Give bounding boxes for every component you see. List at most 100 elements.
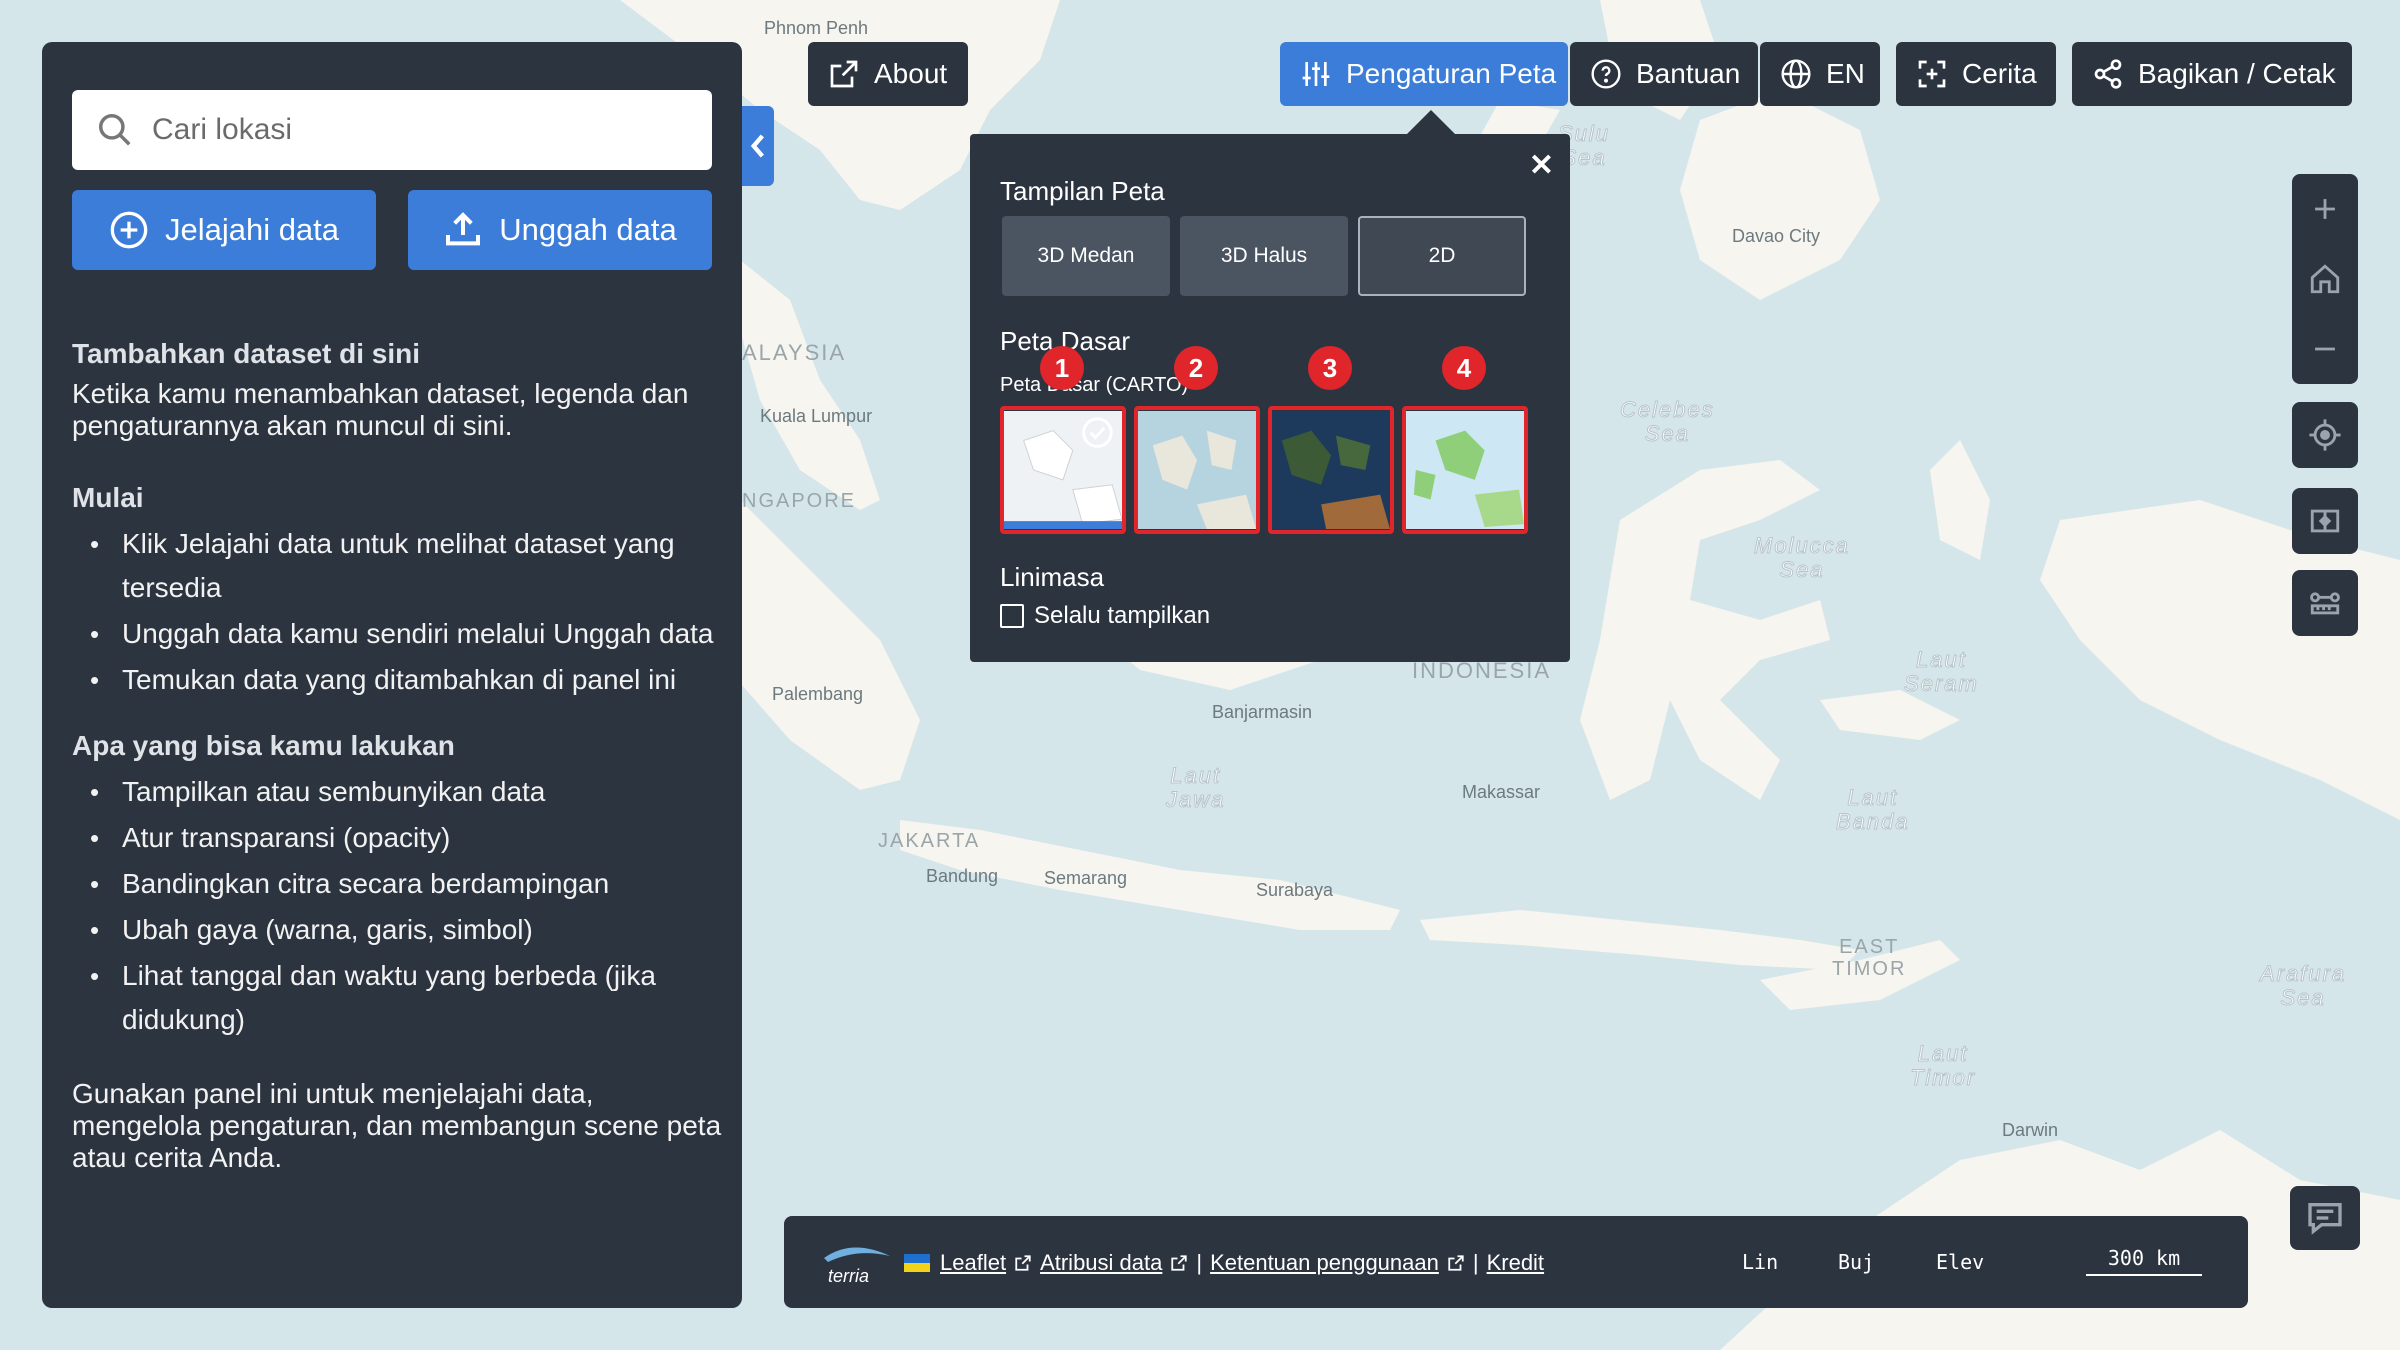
help-icon bbox=[1591, 59, 1621, 89]
help-button[interactable]: Bantuan bbox=[1570, 42, 1758, 106]
my-location-control bbox=[2292, 402, 2358, 468]
basemap-option-satellite[interactable] bbox=[1268, 406, 1394, 534]
sliders-icon bbox=[1302, 62, 1330, 86]
basemap-option-positron[interactable] bbox=[1000, 406, 1126, 534]
credits-bar: Leaflet Atribusi data | Ketentuan penggu… bbox=[904, 1250, 1544, 1276]
map-label-palembang: Palembang bbox=[772, 684, 864, 704]
list-item: Temukan data yang ditambahkan di panel i… bbox=[72, 658, 722, 702]
minus-icon bbox=[2315, 347, 2335, 351]
distance-scale: 300 km bbox=[2086, 1246, 2202, 1276]
feedback-button[interactable] bbox=[2290, 1186, 2360, 1250]
language-label: EN bbox=[1826, 58, 1865, 89]
start-list: Klik Jelajahi data untuk melihat dataset… bbox=[72, 522, 722, 702]
split-screen-icon bbox=[2310, 509, 2340, 533]
map-label-laut-banda: Laut Banda bbox=[1836, 785, 1910, 834]
bottom-status-bar: terria Leaflet Atribusi data | Ketentuan… bbox=[784, 1216, 2248, 1308]
basemap-badge-1: 1 bbox=[1040, 346, 1084, 390]
measure-tool-button[interactable] bbox=[2292, 570, 2358, 636]
map-label-singapore: NGAPORE bbox=[742, 490, 857, 512]
external-link-icon bbox=[1015, 1255, 1031, 1271]
map-label-makassar: Makassar bbox=[1462, 782, 1541, 802]
home-button[interactable] bbox=[2292, 244, 2358, 314]
timeline-heading: Linimasa bbox=[1000, 562, 1105, 592]
share-icon bbox=[2094, 59, 2122, 89]
basemap-badge-4: 4 bbox=[1442, 346, 1486, 390]
external-link-icon bbox=[830, 60, 858, 88]
search-input[interactable] bbox=[152, 113, 692, 147]
ukraine-flag-icon bbox=[904, 1254, 930, 1272]
map-view-heading: Tampilan Peta bbox=[1000, 176, 1165, 206]
my-location-button[interactable] bbox=[2292, 402, 2358, 468]
story-add-icon bbox=[1918, 60, 1946, 88]
always-show-timeline-toggle[interactable]: Selalu tampilkan bbox=[1000, 602, 1210, 630]
upload-data-label: Unggah data bbox=[499, 212, 677, 247]
credits-link[interactable]: Kredit bbox=[1487, 1250, 1544, 1276]
upload-data-button[interactable]: Unggah data bbox=[408, 190, 712, 270]
popup-pointer bbox=[1405, 110, 1457, 136]
map-label-jakarta: JAKARTA bbox=[878, 830, 981, 852]
map-label-laut-seram: Laut Seram bbox=[1904, 647, 1979, 696]
map-label-banjarmasin: Banjarmasin bbox=[1212, 702, 1313, 722]
basemap-thumbnail-satellite bbox=[1272, 411, 1390, 529]
list-item: Tampilkan atau sembunyikan data bbox=[72, 770, 722, 814]
measure-icon bbox=[2310, 592, 2340, 615]
map-settings-button[interactable]: Pengaturan Peta bbox=[1280, 42, 1568, 106]
external-link-icon bbox=[1448, 1255, 1464, 1271]
basemap-badge-3: 3 bbox=[1308, 346, 1352, 390]
basemap-thumbnail-voyager bbox=[1138, 411, 1256, 529]
measure-control bbox=[2292, 570, 2358, 636]
map-label-celebes-sea: Celebes Sea bbox=[1620, 397, 1715, 446]
zoom-out-button[interactable] bbox=[2292, 314, 2358, 384]
leaflet-link[interactable]: Leaflet bbox=[940, 1250, 1006, 1276]
zoom-control bbox=[2292, 174, 2358, 384]
explore-data-label: Jelajahi data bbox=[164, 212, 340, 247]
list-item: Lihat tanggal dan waktu yang berbeda (ji… bbox=[72, 954, 722, 1042]
map-label-davao: Davao City bbox=[1732, 226, 1821, 246]
map-label-darwin: Darwin bbox=[2002, 1120, 2059, 1140]
split-screen-button[interactable] bbox=[2292, 488, 2358, 554]
map-label-laut-jawa: Laut Jawa bbox=[1165, 763, 1226, 812]
list-item: Bandingkan citra secara berdampingan bbox=[72, 862, 722, 906]
map-label-surabaya: Surabaya bbox=[1256, 880, 1334, 900]
separator: | bbox=[1196, 1250, 1203, 1275]
can-do-heading: Apa yang bisa kamu lakukan bbox=[72, 730, 455, 761]
view-3d-terrain-button[interactable]: 3D Medan bbox=[1002, 216, 1170, 296]
language-button[interactable]: EN bbox=[1760, 42, 1880, 106]
panel-footer-text: Gunakan panel ini untuk menjelajahi data… bbox=[72, 1078, 722, 1173]
elevation-label: Elev bbox=[1936, 1250, 1985, 1274]
latitude-label: Lin bbox=[1742, 1250, 1779, 1274]
zoom-in-button[interactable] bbox=[2292, 174, 2358, 244]
story-button[interactable]: Cerita bbox=[1896, 42, 2056, 106]
explore-data-button[interactable]: Jelajahi data bbox=[72, 190, 376, 270]
upload-icon bbox=[446, 212, 481, 246]
can-do-list: Tampilkan atau sembunyikan data Atur tra… bbox=[72, 770, 722, 1042]
view-3d-smooth-button[interactable]: 3D Halus bbox=[1180, 216, 1348, 296]
add-dataset-heading: Tambahkan dataset di sini bbox=[72, 338, 421, 369]
share-print-button[interactable]: Bagikan / Cetak bbox=[2072, 42, 2352, 106]
basemap-option-voyager[interactable] bbox=[1134, 406, 1260, 534]
always-show-label: Selalu tampilkan bbox=[1034, 602, 1211, 629]
always-show-checkbox[interactable] bbox=[1000, 604, 1024, 628]
close-icon[interactable]: ✕ bbox=[1529, 148, 1554, 183]
map-label-laut-timor: Laut Timor bbox=[1909, 1041, 1977, 1090]
collapse-panel-button[interactable] bbox=[742, 106, 774, 186]
map-settings-label: Pengaturan Peta bbox=[1346, 58, 1557, 89]
external-link-icon bbox=[1171, 1255, 1188, 1271]
about-button[interactable]: About bbox=[808, 42, 968, 106]
about-label: About bbox=[874, 58, 948, 89]
svg-text:terria: terria bbox=[828, 1266, 869, 1286]
story-label: Cerita bbox=[1962, 58, 2037, 89]
add-dataset-text: Ketika kamu menambahkan dataset, legenda… bbox=[72, 378, 689, 441]
plus-icon bbox=[2315, 199, 2335, 219]
list-item: Ubah gaya (warna, garis, simbol) bbox=[72, 908, 722, 952]
map-label-phnom-penh: Phnom Penh bbox=[764, 18, 869, 38]
crosshair-icon bbox=[2309, 419, 2341, 451]
separator: | bbox=[1472, 1250, 1479, 1275]
search-location[interactable] bbox=[72, 90, 712, 170]
map-label-bandung: Bandung bbox=[926, 866, 999, 886]
view-2d-button[interactable]: 2D bbox=[1358, 216, 1526, 296]
data-attribution-link[interactable]: Atribusi data bbox=[1040, 1250, 1162, 1276]
basemap-option-natural-earth[interactable] bbox=[1402, 406, 1528, 534]
terms-of-use-link[interactable]: Ketentuan penggunaan bbox=[1210, 1250, 1439, 1276]
home-icon bbox=[2310, 264, 2340, 294]
